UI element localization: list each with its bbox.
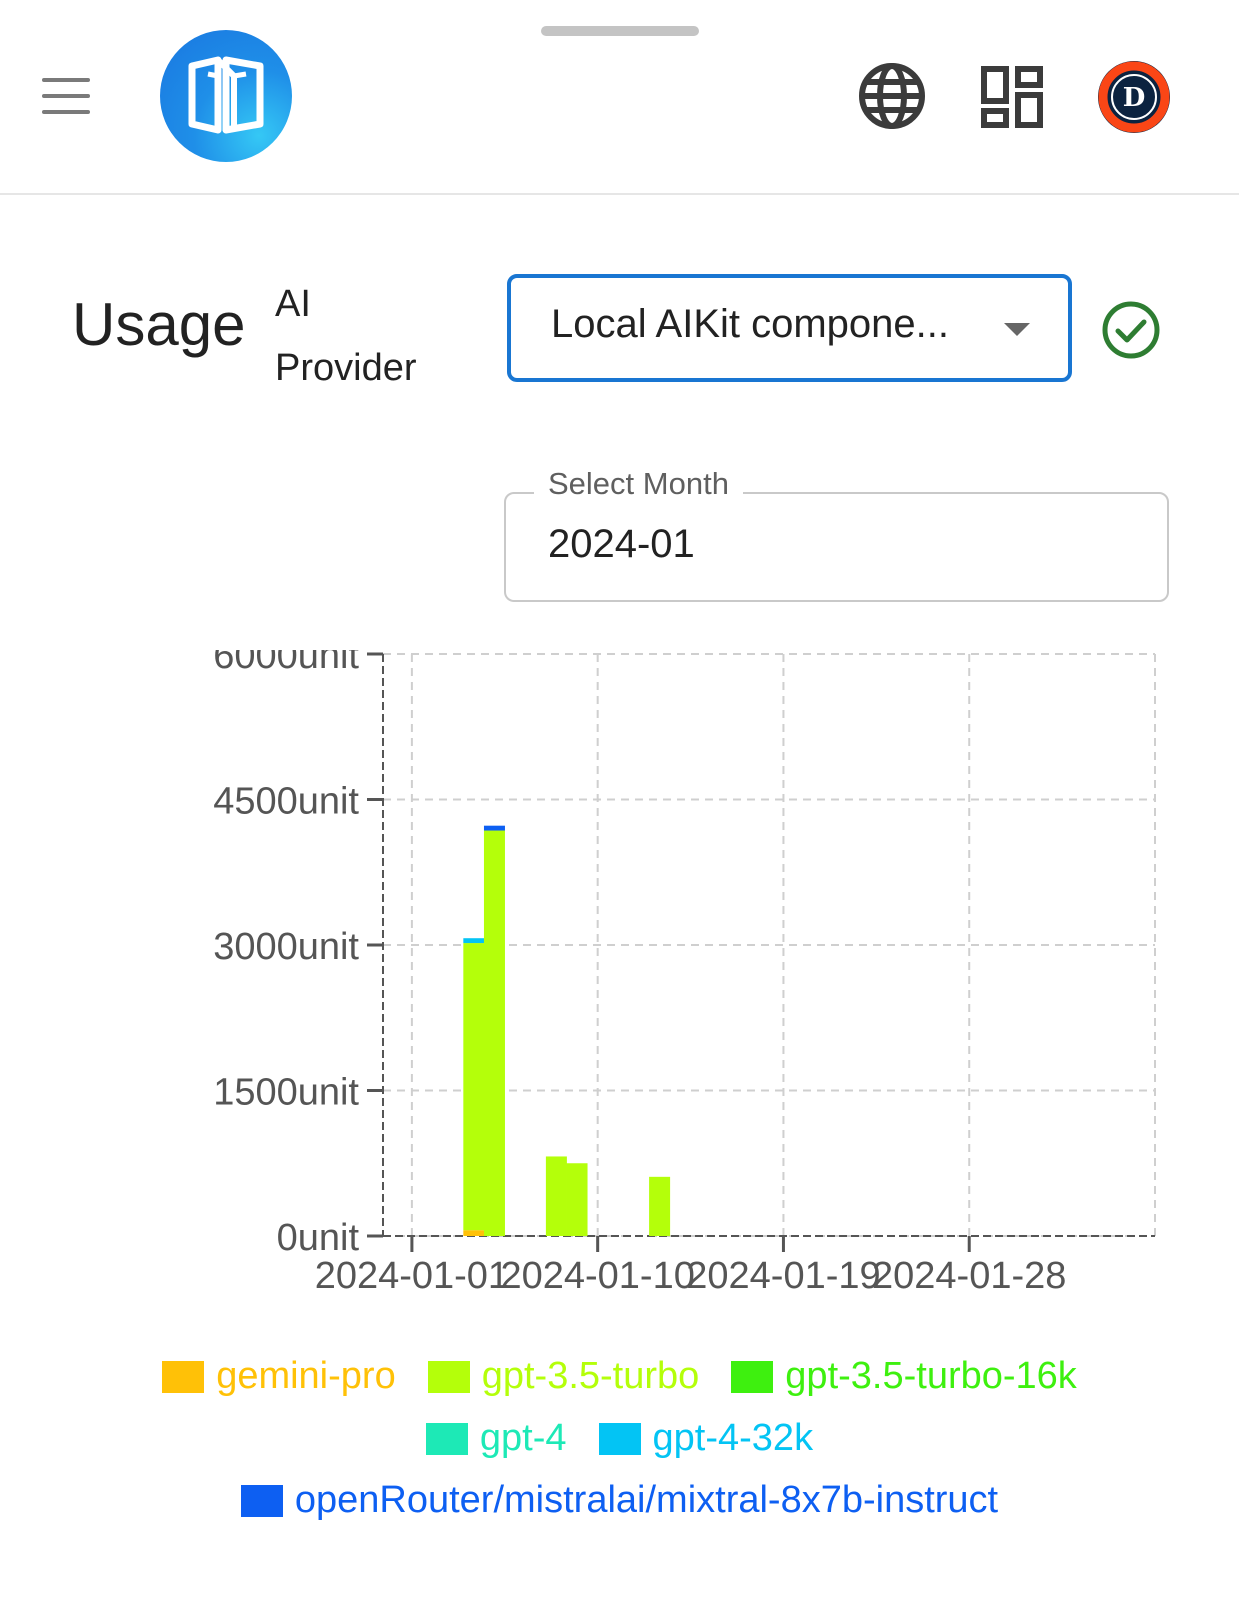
x-tick-label: 2024-01-19 (686, 1255, 880, 1297)
legend-label: gpt-4-32k (652, 1417, 814, 1459)
globe-icon[interactable] (856, 60, 928, 137)
dropdown-arrow-icon[interactable] (1004, 323, 1030, 336)
legend-item[interactable]: gemini-pro (162, 1355, 396, 1398)
legend-item[interactable]: gpt-3.5-turbo (427, 1355, 700, 1398)
legend-label: openRouter/mistralai/mixtral-8x7b-instru… (294, 1479, 999, 1521)
ai-provider-label: AI Provider (275, 272, 417, 400)
page-title: Usage (72, 291, 246, 358)
ai-provider-label-line1: AI (275, 283, 311, 325)
legend-item[interactable]: openRouter/mistralai/mixtral-8x7b-instru… (240, 1479, 999, 1522)
legend-swatch (427, 1360, 470, 1393)
x-tick-label: 2024-01-10 (500, 1255, 694, 1297)
usage-screen: D Usage AI Provider Local AIKit compone.… (0, 0, 1239, 1600)
select-month-label: Select Month (534, 466, 743, 502)
bar-segment (463, 943, 485, 1231)
legend-swatch (598, 1422, 641, 1455)
select-month-field[interactable]: Select Month 2024-01 (504, 466, 1169, 602)
legend-swatch (162, 1360, 205, 1393)
hamburger-menu-icon[interactable] (42, 78, 92, 114)
y-tick-label: 1500unit (213, 1072, 359, 1114)
bar-segment (566, 1163, 588, 1236)
app-logo-icon[interactable] (160, 30, 292, 162)
legend-item[interactable]: gpt-3.5-turbo-16k (731, 1355, 1077, 1398)
ai-provider-label-line2: Provider (275, 347, 417, 389)
legend-swatch (731, 1360, 774, 1393)
app-bar: D (0, 0, 1239, 195)
legend-swatch (240, 1484, 283, 1517)
ai-provider-select-value: Local AIKit compone... (551, 302, 950, 346)
x-tick-label: 2024-01-01 (315, 1255, 509, 1297)
select-month-value[interactable]: 2024-01 (548, 522, 695, 567)
bar-segment (463, 1230, 485, 1236)
legend-label: gemini-pro (216, 1355, 396, 1397)
x-tick-label: 2024-01-28 (872, 1255, 1066, 1297)
legend-swatch (425, 1422, 468, 1455)
check-circle-icon (1101, 300, 1161, 365)
legend-item[interactable]: gpt-4 (425, 1417, 567, 1460)
legend-label: gpt-3.5-turbo (481, 1355, 700, 1397)
legend-row: openRouter/mistralai/mixtral-8x7b-instru… (0, 1479, 1239, 1522)
y-tick-label: 6000unit (213, 650, 359, 677)
legend-label: gpt-3.5-turbo-16k (785, 1355, 1077, 1397)
y-tick-label: 3000unit (213, 926, 359, 968)
y-tick-label: 0unit (277, 1217, 360, 1259)
bar-segment (483, 830, 505, 1236)
bar-segment (545, 1156, 567, 1236)
legend-label: gpt-4 (479, 1417, 567, 1459)
legend-row: gpt-4 gpt-4-32k (0, 1417, 1239, 1460)
dashboard-icon[interactable] (981, 66, 1043, 133)
legend-item[interactable]: gpt-4-32k (598, 1417, 814, 1460)
bar-segment (649, 1176, 671, 1236)
bar-segment (483, 825, 505, 831)
usage-chart-svg: 0unit 1500unit 3000unit 4500unit 6000unit 202… (213, 635, 1156, 1297)
y-tick-label: 4500unit (213, 781, 359, 823)
bar-segment (463, 938, 485, 944)
profile-avatar[interactable]: D (1097, 60, 1171, 139)
usage-chart: 0unit 1500unit 3000unit 4500unit 6000unit 202… (180, 635, 1170, 1315)
legend-row: gemini-pro gpt-3.5-turbo gpt-3.5-turbo-16k (0, 1355, 1239, 1398)
svg-text:D: D (1123, 83, 1146, 113)
ai-provider-select[interactable]: Local AIKit compone... (507, 274, 1072, 382)
